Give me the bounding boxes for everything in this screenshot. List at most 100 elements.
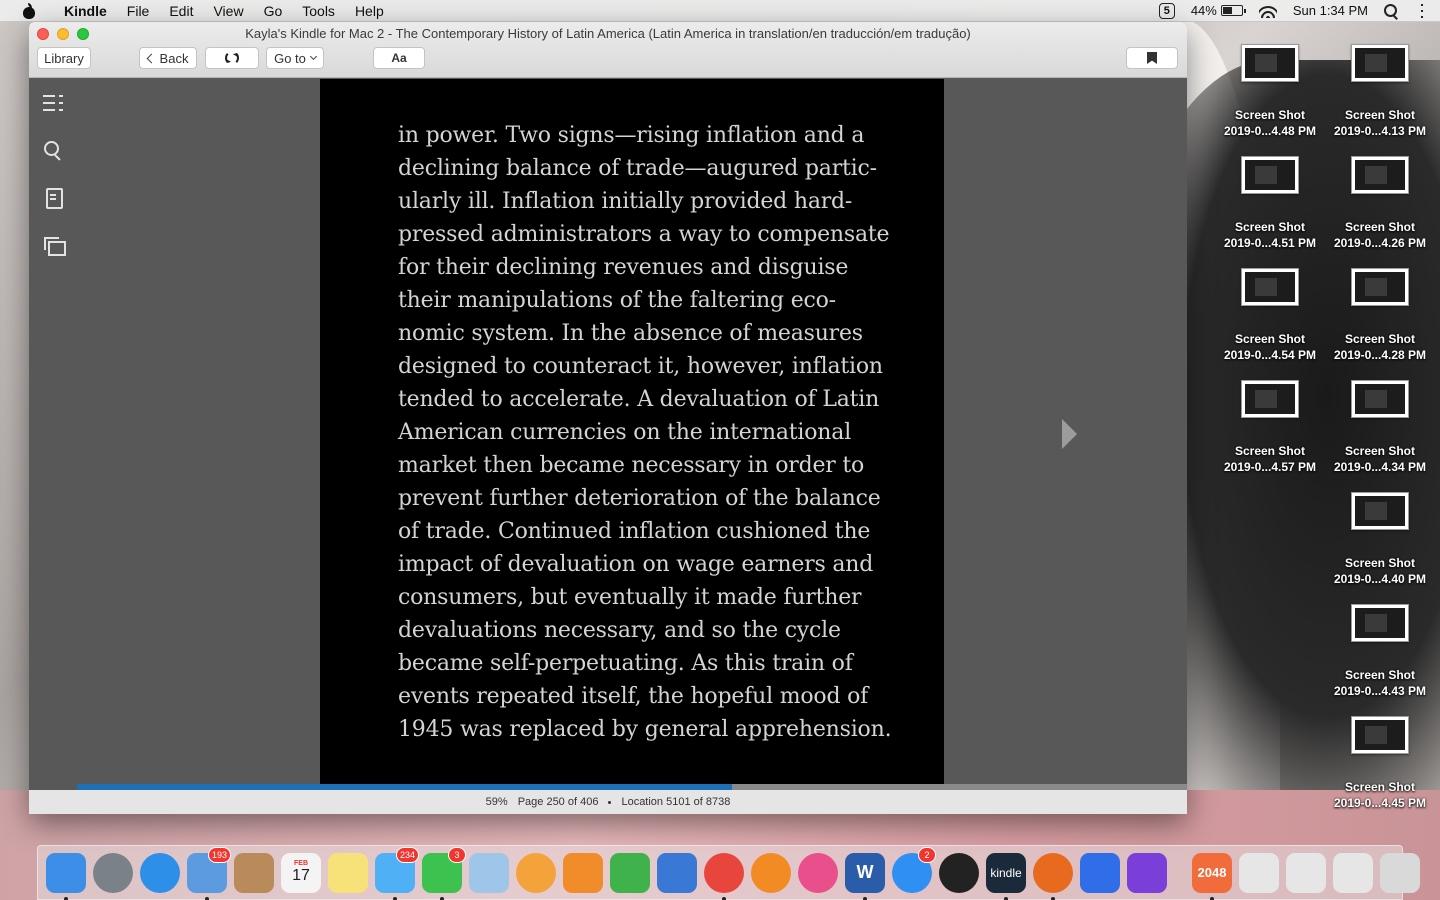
back-button[interactable]: Back: [139, 47, 197, 69]
desktop-screenshot-file[interactable]: Screen Shot 2019-0...4.51 PM: [1215, 156, 1325, 251]
sync-button[interactable]: [205, 47, 259, 69]
chrome-glyph: [704, 852, 744, 893]
chrome-window-glyph: [1239, 852, 1279, 893]
finder-icon[interactable]: [44, 851, 88, 900]
desktop-screenshot-file[interactable]: Screen Shot 2019-0...4.54 PM: [1215, 268, 1325, 363]
contacts-icon[interactable]: [232, 851, 276, 895]
go-to-label: Go to: [274, 50, 306, 66]
search-icon[interactable]: [43, 140, 63, 160]
desktop-screenshot-file[interactable]: Screen Shot 2019-0...4.13 PM: [1325, 44, 1435, 139]
menu-view[interactable]: View: [203, 0, 253, 22]
battery-icon: [1220, 5, 1246, 16]
itunes-icon[interactable]: [796, 851, 840, 895]
trash-icon[interactable]: [1378, 851, 1422, 895]
file-label: Screen Shot 2019-0...4.51 PM: [1215, 219, 1325, 251]
notification-center-icon[interactable]: [1414, 3, 1432, 18]
calendar-icon[interactable]: FEB 17: [279, 851, 323, 895]
safari-icon[interactable]: [138, 851, 182, 895]
file-label-line2: 2019-0...4.45 PM: [1333, 796, 1427, 810]
next-page-arrow-icon[interactable]: [1062, 419, 1077, 449]
firefox-icon[interactable]: [1031, 851, 1075, 900]
file-label-line1: Screen Shot: [1234, 332, 1306, 346]
file-label-line1: Screen Shot: [1234, 220, 1306, 234]
desktop-screenshot-file[interactable]: Screen Shot 2019-0...4.43 PM: [1325, 604, 1435, 699]
game-2048-icon[interactable]: 2048: [1190, 851, 1234, 900]
file-thumbnail: [1351, 380, 1409, 418]
location-indicator: Location 5101 of 8738: [621, 796, 731, 808]
battery-status[interactable]: 44%: [1191, 3, 1246, 18]
table-of-contents-icon[interactable]: [43, 93, 63, 113]
dock-item-label: 2048: [1197, 865, 1227, 880]
menu-app-name[interactable]: Kindle: [54, 0, 117, 22]
desktop-screenshot-file[interactable]: Screen Shot 2019-0...4.40 PM: [1325, 492, 1435, 587]
menu-tools[interactable]: Tools: [292, 0, 345, 22]
menu-go[interactable]: Go: [254, 0, 293, 22]
photo-booth-glyph: [939, 852, 979, 893]
notebook-icon[interactable]: [43, 187, 63, 209]
notification-badge: 193: [207, 846, 231, 863]
running-indicator: [863, 896, 867, 900]
separator-dot: [608, 800, 612, 804]
file-thumbnail: [1351, 156, 1409, 194]
file-label: Screen Shot 2019-0...4.48 PM: [1215, 107, 1325, 139]
notification-badge: 3: [448, 846, 466, 863]
menu-help[interactable]: Help: [345, 0, 394, 22]
notification-badge: 2: [918, 846, 936, 863]
go-to-button[interactable]: Go to: [266, 47, 324, 69]
mail-icon[interactable]: 193: [185, 846, 231, 900]
status-five-icon[interactable]: 5: [1158, 2, 1175, 19]
chrome-window-icon[interactable]: [1237, 851, 1281, 895]
photos-icon[interactable]: [514, 851, 558, 895]
book-page[interactable]: in power. Two signs—rising inflation and…: [320, 79, 944, 786]
menu-file[interactable]: File: [117, 0, 160, 22]
bookmark-button[interactable]: [1126, 47, 1178, 69]
apple-icon[interactable]: [20, 2, 40, 19]
menu-clock[interactable]: Sun 1:34 PM: [1293, 3, 1368, 18]
file-label-line2: 2019-0...4.28 PM: [1333, 348, 1427, 362]
window-titlebar[interactable]: Kayla's Kindle for Mac 2 - The Contempor…: [29, 22, 1187, 78]
desktop-screenshot-file[interactable]: Screen Shot 2019-0...4.26 PM: [1325, 156, 1435, 251]
desktop-screenshot-file[interactable]: Screen Shot 2019-0...4.48 PM: [1215, 44, 1325, 139]
kindle-icon[interactable]: kindle: [984, 851, 1028, 900]
keynote-glyph: [657, 852, 697, 893]
photo-booth-icon[interactable]: [937, 851, 981, 895]
numbers-icon[interactable]: [608, 851, 652, 895]
launchpad-icon[interactable]: [91, 851, 135, 895]
chrome-window-icon-3[interactable]: [1331, 851, 1375, 895]
desktop-screenshot-file[interactable]: Screen Shot 2019-0...4.28 PM: [1325, 268, 1435, 363]
desktop-screenshot-file[interactable]: Screen Shot 2019-0...4.34 PM: [1325, 380, 1435, 475]
preview-glyph: [469, 852, 509, 893]
kindle-window: Kayla's Kindle for Mac 2 - The Contempor…: [29, 22, 1187, 814]
spotlight-search-icon[interactable]: [1384, 3, 1398, 18]
pages-icon[interactable]: [561, 851, 605, 895]
contacts-glyph: [234, 852, 274, 893]
chrome-icon[interactable]: [702, 851, 746, 900]
desktop-screenshot-file[interactable]: Screen Shot 2019-0...4.45 PM: [1325, 716, 1435, 811]
notes-icon[interactable]: [326, 851, 370, 895]
window-title: Kayla's Kindle for Mac 2 - The Contempor…: [245, 26, 971, 41]
bluetooth-icon[interactable]: [1078, 851, 1122, 895]
app-store-icon[interactable]: 2: [890, 846, 936, 895]
books-icon[interactable]: [749, 851, 793, 895]
preview-icon[interactable]: [467, 851, 511, 895]
file-label-line2: 2019-0...4.43 PM: [1333, 684, 1427, 698]
facetime-icon[interactable]: 3: [420, 846, 466, 900]
imovie-icon[interactable]: [1125, 851, 1169, 895]
dock-item-label: kindle: [990, 865, 1022, 880]
file-label: Screen Shot 2019-0...4.43 PM: [1325, 667, 1435, 699]
file-label-line2: 2019-0...4.13 PM: [1333, 124, 1427, 138]
font-settings-button[interactable]: Aa: [373, 47, 425, 69]
menu-edit[interactable]: Edit: [159, 0, 203, 22]
library-button[interactable]: Library: [37, 47, 91, 69]
word-icon[interactable]: W: [843, 851, 887, 900]
launchpad-glyph: [93, 852, 133, 893]
kindle-glyph: kindle: [986, 852, 1026, 893]
messages-icon[interactable]: 234: [373, 846, 419, 900]
running-indicator: [440, 896, 444, 900]
flashcards-icon[interactable]: [43, 235, 66, 256]
keynote-icon[interactable]: [655, 851, 699, 895]
desktop-screenshot-file[interactable]: Screen Shot 2019-0...4.57 PM: [1215, 380, 1325, 475]
finder-glyph: [46, 852, 86, 893]
chrome-window-icon-2[interactable]: [1284, 851, 1328, 895]
wifi-icon[interactable]: [1258, 3, 1277, 18]
